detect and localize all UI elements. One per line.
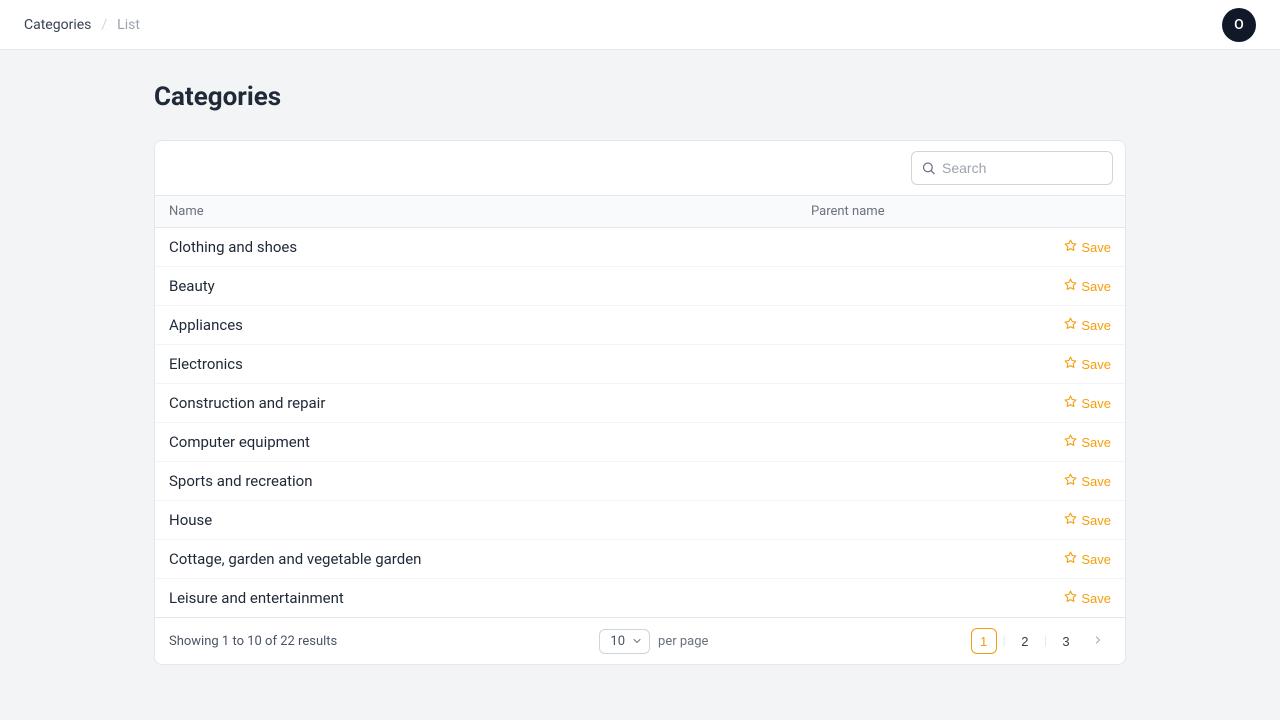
save-button[interactable]: Save <box>1064 590 1111 606</box>
search-input[interactable] <box>911 151 1113 185</box>
cell-name: Leisure and entertainment <box>169 589 811 607</box>
cell-name: Beauty <box>169 277 811 295</box>
cell-name: Sports and recreation <box>169 472 811 490</box>
table-row[interactable]: Leisure and entertainment Save <box>155 579 1125 618</box>
save-label: Save <box>1081 513 1111 528</box>
topbar: Categories / List O <box>0 0 1280 50</box>
star-icon <box>1064 434 1077 450</box>
star-icon <box>1064 278 1077 294</box>
per-page-value: 10 <box>610 634 625 649</box>
cell-name: Appliances <box>169 316 811 334</box>
table-row[interactable]: Beauty Save <box>155 267 1125 306</box>
star-icon <box>1064 317 1077 333</box>
breadcrumb-current: List <box>117 17 140 33</box>
per-page-label: per page <box>658 634 708 649</box>
save-label: Save <box>1081 474 1111 489</box>
breadcrumb: Categories / List <box>24 17 140 33</box>
save-button[interactable]: Save <box>1064 473 1111 489</box>
star-icon <box>1064 395 1077 411</box>
save-label: Save <box>1081 240 1111 255</box>
save-label: Save <box>1081 318 1111 333</box>
card-header <box>155 141 1125 196</box>
save-button[interactable]: Save <box>1064 356 1111 372</box>
breadcrumb-separator: / <box>101 17 107 33</box>
table-body: Clothing and shoesSaveBeautySaveApplianc… <box>155 228 1125 618</box>
cell-name: Electronics <box>169 355 811 373</box>
per-page-select[interactable]: 10 <box>599 629 650 654</box>
save-label: Save <box>1081 357 1111 372</box>
save-label: Save <box>1081 435 1111 450</box>
main: Categories Name Parent name Clothing and… <box>0 50 1280 720</box>
star-icon <box>1064 239 1077 255</box>
save-button[interactable]: Save <box>1064 551 1111 567</box>
table-row[interactable]: Cottage, garden and vegetable garden Save <box>155 540 1125 579</box>
table-row[interactable]: Construction and repair Save <box>155 384 1125 423</box>
save-label: Save <box>1081 279 1111 294</box>
table-row[interactable]: Electronics Save <box>155 345 1125 384</box>
page-separator: | <box>1003 634 1006 649</box>
cell-name: Cottage, garden and vegetable garden <box>169 550 811 568</box>
page-button-3[interactable]: 3 <box>1053 628 1079 654</box>
chevron-right-icon <box>1092 634 1104 649</box>
save-button[interactable]: Save <box>1064 434 1111 450</box>
breadcrumb-parent[interactable]: Categories <box>24 17 91 33</box>
save-label: Save <box>1081 396 1111 411</box>
table-row[interactable]: Sports and recreation Save <box>155 462 1125 501</box>
card-footer: Showing 1 to 10 of 22 results 10 per pag… <box>155 618 1125 664</box>
page-next-button[interactable] <box>1085 628 1111 654</box>
cell-name: Computer equipment <box>169 433 811 451</box>
avatar-initial: O <box>1234 17 1244 33</box>
cell-name: House <box>169 511 811 529</box>
table-row[interactable]: Clothing and shoes Save <box>155 228 1125 267</box>
table-header: Name Parent name <box>155 196 1125 228</box>
page-separator: | <box>1044 634 1047 649</box>
save-button[interactable]: Save <box>1064 278 1111 294</box>
save-button[interactable]: Save <box>1064 395 1111 411</box>
star-icon <box>1064 473 1077 489</box>
cell-name: Construction and repair <box>169 394 811 412</box>
table-row[interactable]: Appliances Save <box>155 306 1125 345</box>
star-icon <box>1064 512 1077 528</box>
search-icon <box>921 161 936 176</box>
save-button[interactable]: Save <box>1064 512 1111 528</box>
column-header-name: Name <box>169 204 811 219</box>
results-text: Showing 1 to 10 of 22 results <box>169 634 337 649</box>
table-row[interactable]: House Save <box>155 501 1125 540</box>
chevron-down-icon <box>631 635 643 647</box>
page-button-2[interactable]: 2 <box>1012 628 1038 654</box>
pagination: 1 | 2 | 3 <box>971 628 1111 654</box>
table-row[interactable]: Computer equipment Save <box>155 423 1125 462</box>
search-wrap <box>911 151 1113 185</box>
avatar[interactable]: O <box>1222 8 1256 42</box>
page-button-1[interactable]: 1 <box>971 628 997 654</box>
save-button[interactable]: Save <box>1064 317 1111 333</box>
column-header-parent: Parent name <box>811 204 1051 219</box>
cell-name: Clothing and shoes <box>169 238 811 256</box>
star-icon <box>1064 356 1077 372</box>
categories-card: Name Parent name Clothing and shoesSaveB… <box>154 140 1126 665</box>
save-button[interactable]: Save <box>1064 239 1111 255</box>
star-icon <box>1064 590 1077 606</box>
page-title: Categories <box>154 82 1126 112</box>
star-icon <box>1064 551 1077 567</box>
save-label: Save <box>1081 591 1111 606</box>
save-label: Save <box>1081 552 1111 567</box>
